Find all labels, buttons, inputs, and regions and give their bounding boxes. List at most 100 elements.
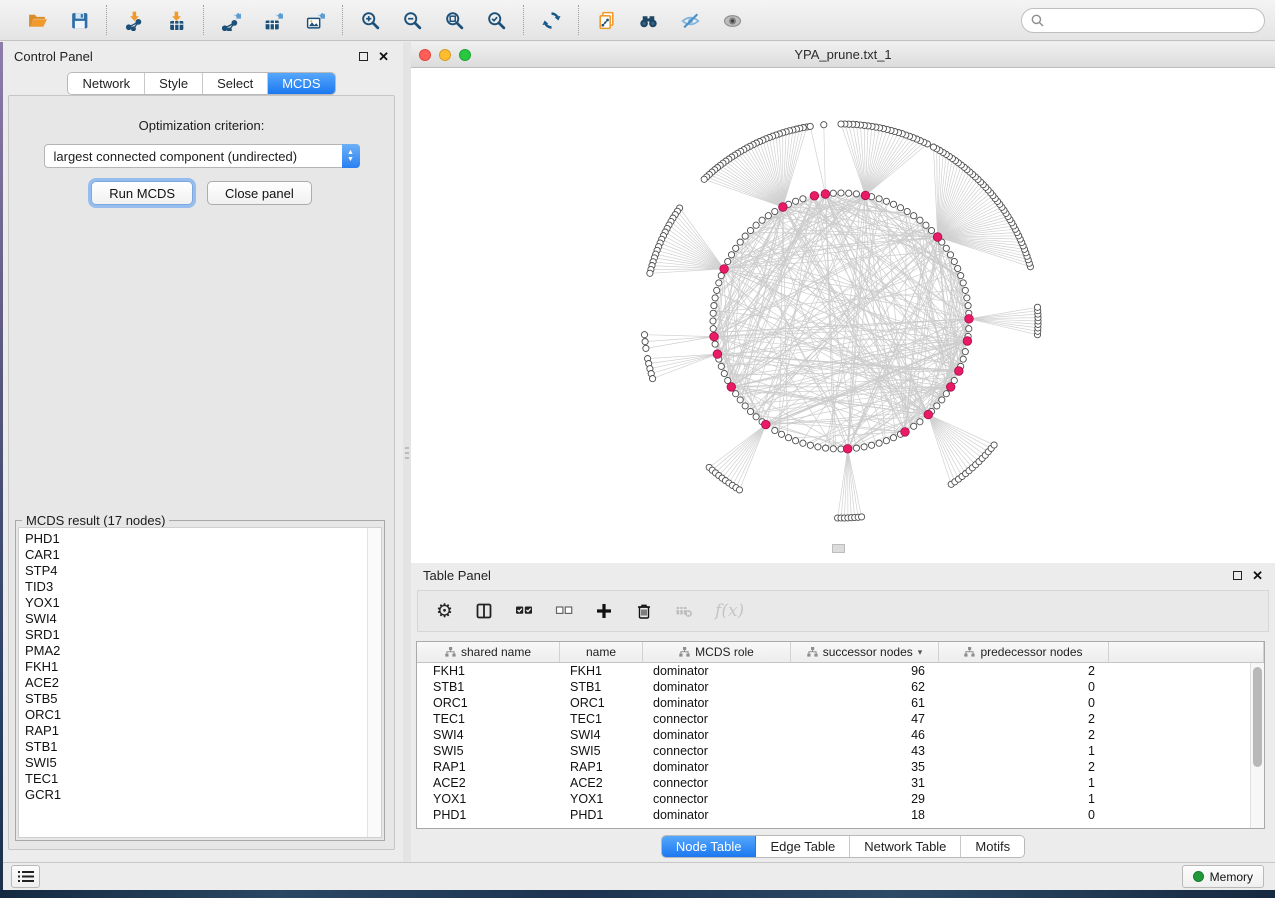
cell-successor_nodes[interactable]: 46 <box>791 727 939 743</box>
zoom-fit-button[interactable] <box>440 6 468 34</box>
float-panel-icon[interactable] <box>359 52 368 61</box>
result-node-item[interactable]: TEC1 <box>25 771 381 787</box>
cell-shared_name[interactable]: ORC1 <box>417 695 560 711</box>
settings-button[interactable]: ⚙ <box>436 602 453 621</box>
result-node-item[interactable]: STB1 <box>25 739 381 755</box>
memory-button[interactable]: Memory <box>1182 865 1264 888</box>
table-tab-motifs[interactable]: Motifs <box>961 836 1024 857</box>
tab-select[interactable]: Select <box>203 73 268 94</box>
result-list-scrollbar[interactable] <box>367 528 381 837</box>
cell-successor_nodes[interactable]: 18 <box>791 807 939 823</box>
table-row[interactable]: STB1STB1dominator620 <box>417 679 1264 695</box>
table-row[interactable]: SWI5SWI5connector431 <box>417 743 1264 759</box>
cell-name[interactable]: PHD1 <box>560 807 643 823</box>
tab-mcds[interactable]: MCDS <box>268 73 334 94</box>
cell-predecessor_nodes[interactable]: 2 <box>939 759 1109 775</box>
cell-successor_nodes[interactable]: 35 <box>791 759 939 775</box>
cell-shared_name[interactable]: PHD1 <box>417 807 560 823</box>
import-table-button[interactable] <box>162 6 190 34</box>
zoom-out-button[interactable] <box>398 6 426 34</box>
import-network-button[interactable] <box>120 6 148 34</box>
result-node-item[interactable]: RAP1 <box>25 723 381 739</box>
table-row[interactable]: TEC1TEC1connector472 <box>417 711 1264 727</box>
show-elements-button[interactable] <box>718 6 746 34</box>
cell-predecessor_nodes[interactable]: 0 <box>939 695 1109 711</box>
cell-name[interactable]: RAP1 <box>560 759 643 775</box>
result-node-item[interactable]: STP4 <box>25 563 381 579</box>
cell-name[interactable]: SWI4 <box>560 727 643 743</box>
cell-name[interactable]: FKH1 <box>560 663 643 679</box>
cell-successor_nodes[interactable]: 61 <box>791 695 939 711</box>
close-panel-button[interactable]: Close panel <box>207 181 312 205</box>
table-tab-network-table[interactable]: Network Table <box>850 836 961 857</box>
save-session-button[interactable] <box>65 6 93 34</box>
zoom-in-button[interactable] <box>356 6 384 34</box>
cell-shared_name[interactable]: ACE2 <box>417 775 560 791</box>
delete-row-button[interactable] <box>635 602 653 620</box>
zoom-selected-button[interactable] <box>482 6 510 34</box>
result-node-item[interactable]: YOX1 <box>25 595 381 611</box>
table-row[interactable]: SWI4SWI4dominator462 <box>417 727 1264 743</box>
result-node-item[interactable]: FKH1 <box>25 659 381 675</box>
table-tab-node-table[interactable]: Node Table <box>662 836 757 857</box>
cell-name[interactable]: TEC1 <box>560 711 643 727</box>
hide-elements-button[interactable] <box>676 6 704 34</box>
cell-mcds_role[interactable]: dominator <box>643 807 791 823</box>
result-node-item[interactable]: ORC1 <box>25 707 381 723</box>
network-canvas[interactable] <box>411 68 1275 562</box>
export-network-button[interactable] <box>217 6 245 34</box>
open-file-button[interactable] <box>23 6 51 34</box>
result-node-item[interactable]: PMA2 <box>25 643 381 659</box>
task-history-button[interactable] <box>11 865 40 888</box>
node-table[interactable]: shared namenameMCDS rolesuccessor nodes▾… <box>416 641 1265 829</box>
tab-style[interactable]: Style <box>145 73 203 94</box>
cell-predecessor_nodes[interactable]: 0 <box>939 807 1109 823</box>
run-mcds-button[interactable]: Run MCDS <box>91 181 193 205</box>
result-node-item[interactable]: PHD1 <box>25 531 381 547</box>
criterion-dropdown[interactable]: largest connected component (undirected)… <box>44 144 360 168</box>
cell-predecessor_nodes[interactable]: 2 <box>939 727 1109 743</box>
deselect-all-button[interactable] <box>555 602 573 620</box>
result-node-item[interactable]: SRD1 <box>25 627 381 643</box>
network-window-titlebar[interactable]: YPA_prune.txt_1 <box>411 42 1275 68</box>
table-row[interactable]: FKH1FKH1dominator962 <box>417 663 1264 679</box>
table-row[interactable]: YOX1YOX1connector291 <box>417 791 1264 807</box>
cell-successor_nodes[interactable]: 43 <box>791 743 939 759</box>
cell-successor_nodes[interactable]: 47 <box>791 711 939 727</box>
binoculars-button[interactable] <box>634 6 662 34</box>
cell-successor_nodes[interactable]: 29 <box>791 791 939 807</box>
cell-mcds_role[interactable]: connector <box>643 743 791 759</box>
result-node-item[interactable]: STB5 <box>25 691 381 707</box>
cell-shared_name[interactable]: SWI4 <box>417 727 560 743</box>
refresh-button[interactable] <box>537 6 565 34</box>
mcds-result-list[interactable]: PHD1CAR1STP4TID3YOX1SWI4SRD1PMA2FKH1ACE2… <box>18 527 382 838</box>
cell-name[interactable]: ORC1 <box>560 695 643 711</box>
tab-network[interactable]: Network <box>68 73 145 94</box>
cell-mcds_role[interactable]: dominator <box>643 759 791 775</box>
cell-successor_nodes[interactable]: 96 <box>791 663 939 679</box>
float-table-panel-icon[interactable] <box>1233 571 1242 580</box>
result-node-item[interactable]: TID3 <box>25 579 381 595</box>
table-scrollbar[interactable] <box>1250 663 1264 828</box>
cell-successor_nodes[interactable]: 31 <box>791 775 939 791</box>
column-header-predecessor-nodes[interactable]: predecessor nodes <box>939 642 1109 662</box>
cell-shared_name[interactable]: FKH1 <box>417 663 560 679</box>
cell-shared_name[interactable]: YOX1 <box>417 791 560 807</box>
table-row[interactable]: ACE2ACE2connector311 <box>417 775 1264 791</box>
search-input[interactable] <box>1050 13 1255 27</box>
cell-predecessor_nodes[interactable]: 1 <box>939 743 1109 759</box>
column-header-name[interactable]: name <box>560 642 643 662</box>
close-table-panel-icon[interactable]: ✕ <box>1252 569 1263 582</box>
cell-predecessor_nodes[interactable]: 2 <box>939 711 1109 727</box>
cell-mcds_role[interactable]: dominator <box>643 679 791 695</box>
cell-name[interactable]: SWI5 <box>560 743 643 759</box>
cell-predecessor_nodes[interactable]: 1 <box>939 791 1109 807</box>
cell-mcds_role[interactable]: dominator <box>643 663 791 679</box>
table-row[interactable]: RAP1RAP1dominator352 <box>417 759 1264 775</box>
split-panel-button[interactable] <box>475 602 493 620</box>
cell-mcds_role[interactable]: connector <box>643 711 791 727</box>
cell-predecessor_nodes[interactable]: 2 <box>939 663 1109 679</box>
table-tab-edge-table[interactable]: Edge Table <box>756 836 850 857</box>
cell-shared_name[interactable]: SWI5 <box>417 743 560 759</box>
export-image-button[interactable] <box>301 6 329 34</box>
